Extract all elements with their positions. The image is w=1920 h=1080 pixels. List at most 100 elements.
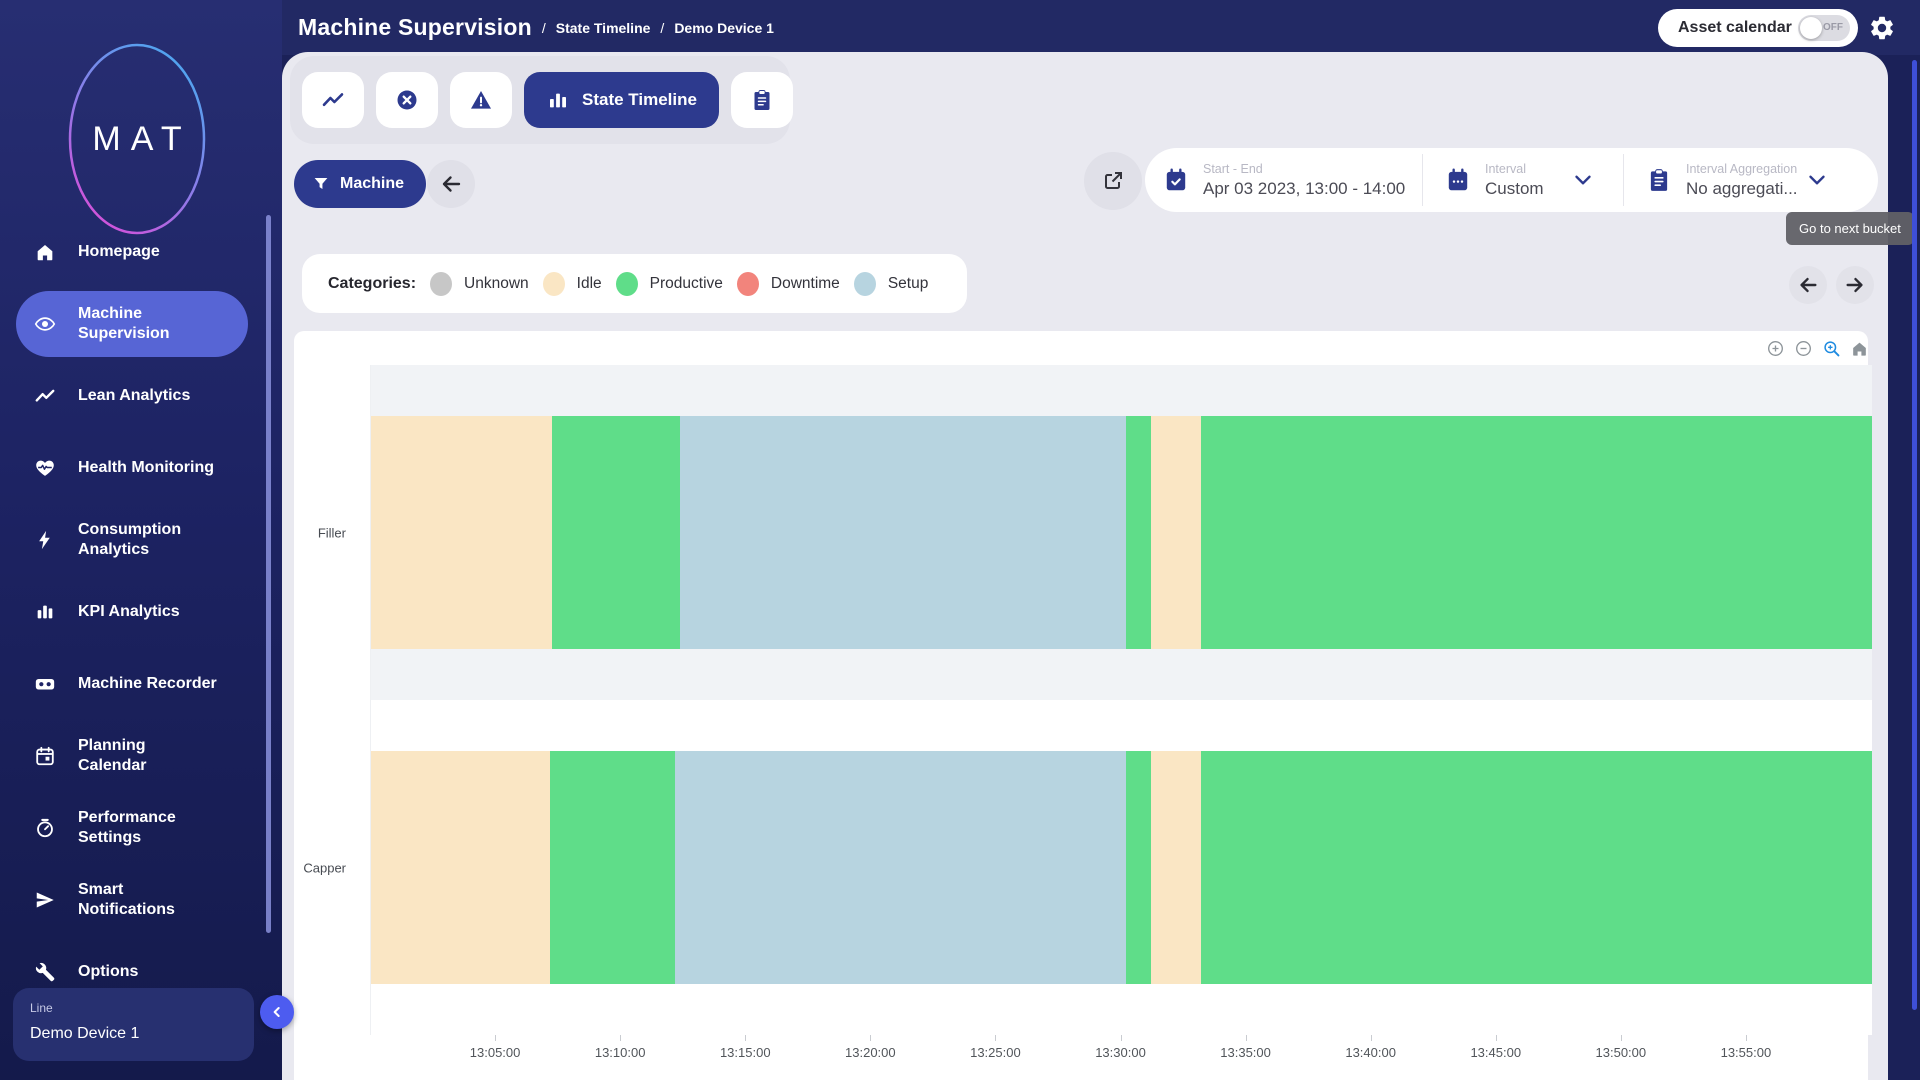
asset-calendar-toggle-pill[interactable]: Asset calendar OFF <box>1658 9 1858 47</box>
time-controls-card: Start - End Apr 03 2023, 13:00 - 14:00 I… <box>1145 148 1878 212</box>
sidebar-item-health-monitoring[interactable]: Health Monitoring <box>0 432 282 504</box>
legend-item-productive: Productive <box>616 272 723 296</box>
legend-dot <box>616 272 638 296</box>
interval-aggregation-dropdown[interactable]: Interval Aggregation No aggregati... <box>1624 148 1878 212</box>
axis-tick <box>1121 1035 1122 1041</box>
previous-bucket-button[interactable] <box>1789 266 1827 304</box>
device-card-value: Demo Device 1 <box>30 1025 139 1043</box>
logo-text: MAT <box>68 43 206 235</box>
asset-calendar-switch[interactable]: OFF <box>1798 15 1850 41</box>
timeline-segment-productive[interactable] <box>1201 751 1872 984</box>
chevron-down-icon <box>1570 167 1596 193</box>
next-bucket-button[interactable] <box>1836 266 1874 304</box>
axis-tick-label: 13:25:00 <box>970 1045 1021 1060</box>
sidebar-item-machine-supervision[interactable]: Machine Supervision <box>0 288 282 360</box>
machine-filter-button[interactable]: Machine <box>294 160 426 208</box>
timeline-segment-idle[interactable] <box>1151 416 1201 649</box>
box-zoom-button[interactable] <box>1820 339 1842 359</box>
tab-trend[interactable] <box>302 72 364 128</box>
calendar-icon <box>34 745 56 767</box>
asset-calendar-label: Asset calendar <box>1678 19 1798 37</box>
sidebar-item-label: Homepage <box>78 242 248 262</box>
settings-button[interactable] <box>1868 14 1896 42</box>
axis-tick <box>620 1035 621 1041</box>
legend-dot <box>430 272 452 296</box>
breadcrumb-state-timeline[interactable]: State Timeline <box>542 20 651 36</box>
sidebar-item-label: Smart Notifications <box>78 880 248 920</box>
sidebar-item-label: Options <box>78 962 248 982</box>
timeline-segment-productive[interactable] <box>552 416 679 649</box>
axis-tick-label: 13:45:00 <box>1470 1045 1521 1060</box>
external-link-icon <box>1101 169 1125 193</box>
axis-tick <box>1246 1035 1247 1041</box>
legend-item-idle: Idle <box>543 272 602 296</box>
sidebar-item-performance-settings[interactable]: Performance Settings <box>0 792 282 864</box>
sidebar-item-kpi-analytics[interactable]: KPI Analytics <box>0 576 282 648</box>
tab-error-circle[interactable] <box>376 72 438 128</box>
clipboard-icon <box>750 88 774 112</box>
zoom-in-button[interactable] <box>1764 339 1786 359</box>
sidebar-item-planning-calendar[interactable]: Planning Calendar <box>0 720 282 792</box>
axis-tick <box>1621 1035 1622 1041</box>
legend-title: Categories: <box>328 275 416 293</box>
sidebar-item-consumption-analytics[interactable]: Consumption Analytics <box>0 504 282 576</box>
chart-toolbar <box>1764 339 1870 359</box>
zoom-out-button[interactable] <box>1792 339 1814 359</box>
kpi-bars-icon <box>34 601 56 623</box>
tab-state-timeline[interactable]: State Timeline <box>524 72 719 128</box>
interval-dropdown[interactable]: Interval Custom <box>1423 148 1623 212</box>
timeline-segment-productive[interactable] <box>1201 416 1872 649</box>
timeline-segment-setup[interactable] <box>675 751 1125 984</box>
sidebar-scrollbar[interactable] <box>266 215 271 933</box>
sidebar-item-lean-analytics[interactable]: Lean Analytics <box>0 360 282 432</box>
home-reset-button[interactable] <box>1848 339 1870 359</box>
timeline-segment-idle[interactable] <box>371 751 550 984</box>
timeline-segment-productive[interactable] <box>550 751 675 984</box>
timeline-segment-productive[interactable] <box>1126 751 1151 984</box>
view-tab-group: State Timeline <box>290 56 790 144</box>
row-label-filler: Filler <box>294 525 346 540</box>
tab-clipboard[interactable] <box>731 72 793 128</box>
chart-plot-area[interactable] <box>370 365 1872 1035</box>
interval-label: Interval <box>1485 162 1544 176</box>
axis-tick <box>495 1035 496 1041</box>
timeline-segment-setup[interactable] <box>680 416 1126 649</box>
interval-value: Custom <box>1485 179 1544 199</box>
trend-icon <box>34 385 56 407</box>
legend-item-setup: Setup <box>854 272 929 296</box>
device-card[interactable]: Line Demo Device 1 <box>13 988 254 1061</box>
sidebar-collapse-button[interactable] <box>260 995 294 1029</box>
heart-pulse-icon <box>34 457 56 479</box>
chart-row-labels: FillerCapper <box>294 365 360 1035</box>
legend-label: Downtime <box>771 275 840 293</box>
legend-item-downtime: Downtime <box>737 272 840 296</box>
main-content: State Timeline Machine Star <box>282 52 1888 1080</box>
trend-icon <box>321 88 345 112</box>
tab-warning[interactable] <box>450 72 512 128</box>
axis-tick <box>1371 1035 1372 1041</box>
page-scrollbar[interactable] <box>1912 60 1917 1010</box>
arrow-left-icon <box>1797 274 1819 296</box>
legend-label: Setup <box>888 275 929 293</box>
axis-tick <box>1746 1035 1747 1041</box>
calendar-icon <box>1445 167 1471 193</box>
timeline-segment-productive[interactable] <box>1126 416 1151 649</box>
start-end-picker[interactable]: Start - End Apr 03 2023, 13:00 - 14:00 <box>1145 148 1422 212</box>
axis-tick-label: 13:30:00 <box>1095 1045 1146 1060</box>
sidebar-item-machine-recorder[interactable]: Machine Recorder <box>0 648 282 720</box>
breadcrumb-demo-device[interactable]: Demo Device 1 <box>660 20 774 36</box>
open-external-button[interactable] <box>1084 152 1142 210</box>
wrench-icon <box>34 961 56 983</box>
breadcrumb: Machine Supervision State Timeline Demo … <box>298 0 774 55</box>
axis-tick <box>745 1035 746 1041</box>
tab-label: State Timeline <box>582 90 697 110</box>
axis-tick-label: 13:55:00 <box>1721 1045 1772 1060</box>
app-root: MAT Homepage Machine SupervisionLean Anal… <box>0 0 1920 1080</box>
sidebar-item-homepage[interactable]: Homepage <box>0 216 282 288</box>
sidebar-item-smart-notifications[interactable]: Smart Notifications <box>0 864 282 936</box>
timeline-segment-idle[interactable] <box>371 416 552 649</box>
timeline-segment-idle[interactable] <box>1151 751 1201 984</box>
back-button[interactable] <box>427 160 475 208</box>
legend-dot <box>737 272 759 296</box>
home-reset-icon <box>1850 339 1869 358</box>
